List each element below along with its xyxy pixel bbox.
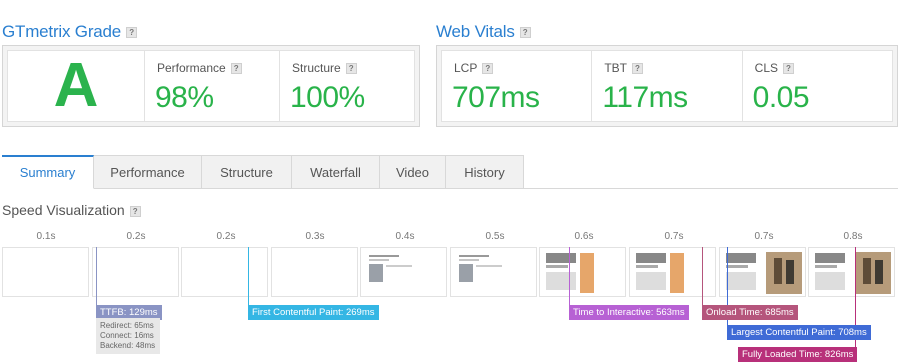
fully-loaded-label: Fully Loaded Time: 826ms bbox=[738, 347, 858, 362]
page-thumbnail bbox=[453, 250, 534, 294]
ttfb-marker-line bbox=[96, 247, 97, 305]
help-icon[interactable]: ? bbox=[345, 63, 357, 75]
help-icon[interactable]: ? bbox=[230, 63, 242, 75]
page-thumbnail bbox=[811, 250, 892, 294]
tab-video[interactable]: Video bbox=[380, 155, 446, 189]
filmstrip-frame[interactable] bbox=[450, 247, 537, 297]
performance-label: Performance? bbox=[157, 61, 242, 75]
tti-marker-line bbox=[569, 247, 570, 305]
filmstrip-frame[interactable] bbox=[271, 247, 358, 297]
fcp-marker-line bbox=[248, 247, 249, 305]
help-icon[interactable]: ? bbox=[126, 27, 138, 39]
tab-history[interactable]: History bbox=[446, 155, 524, 189]
filmstrip-frame[interactable] bbox=[808, 247, 895, 297]
lcp-value: 707ms bbox=[452, 81, 540, 114]
tab-waterfall[interactable]: Waterfall bbox=[292, 155, 380, 189]
speed-visualization-title: Speed Visualization? bbox=[2, 202, 141, 218]
tbt-label: TBT? bbox=[604, 61, 643, 75]
filmstrip-frame[interactable] bbox=[539, 247, 626, 297]
grade-letter: A bbox=[53, 51, 99, 120]
gtmetrix-grade-title-text: GTmetrix Grade bbox=[2, 22, 122, 41]
help-icon[interactable]: ? bbox=[519, 27, 531, 39]
ttfb-backend: Backend: 48ms bbox=[100, 341, 156, 350]
time-tick: 0.5s bbox=[485, 231, 505, 242]
time-tick: 0.2s bbox=[126, 231, 146, 242]
time-tick: 0.8s bbox=[843, 231, 863, 242]
gtmetrix-grade-title: GTmetrix Grade? bbox=[2, 22, 138, 42]
gtmetrix-grade-card: A Performance? 98% Structure? 100% bbox=[2, 45, 420, 127]
time-tick: 0.7s bbox=[664, 231, 684, 242]
filmstrip-frame[interactable] bbox=[181, 247, 268, 297]
lcp-label: LCP? bbox=[454, 61, 494, 75]
tti-label: Time to Interactive: 563ms bbox=[569, 305, 689, 320]
tbt-value: 117ms bbox=[602, 81, 688, 114]
help-icon[interactable]: ? bbox=[482, 63, 494, 75]
page-thumbnail bbox=[363, 250, 444, 294]
page-thumbnail bbox=[542, 250, 623, 294]
tbt-cell: TBT? 117ms bbox=[591, 51, 741, 121]
lcp-cell: LCP? 707ms bbox=[442, 51, 591, 121]
structure-label: Structure? bbox=[292, 61, 357, 75]
performance-value: 98% bbox=[155, 81, 214, 114]
time-tick: 0.2s bbox=[216, 231, 236, 242]
time-tick: 0.7s bbox=[754, 231, 774, 242]
time-tick: 0.4s bbox=[395, 231, 415, 242]
fcp-label: First Contentful Paint: 269ms bbox=[248, 305, 379, 320]
page-thumbnail bbox=[632, 250, 713, 294]
filmstrip-frame[interactable] bbox=[719, 247, 806, 297]
help-icon[interactable]: ? bbox=[632, 63, 643, 75]
cls-cell: CLS? 0.05 bbox=[741, 51, 892, 121]
tab-summary[interactable]: Summary bbox=[2, 155, 94, 189]
lcp-marker-label: Largest Contentful Paint: 708ms bbox=[727, 325, 871, 340]
time-tick: 0.6s bbox=[574, 231, 594, 242]
onload-marker-line bbox=[702, 247, 703, 305]
ttfb-connect: Connect: 16ms bbox=[100, 331, 154, 340]
web-vitals-card: LCP? 707ms TBT? 117ms CLS? 0.05 bbox=[436, 45, 898, 127]
performance-cell: Performance? 98% bbox=[144, 51, 279, 121]
help-icon[interactable]: ? bbox=[783, 63, 794, 75]
cls-value: 0.05 bbox=[752, 81, 810, 114]
filmstrip-frame[interactable] bbox=[2, 247, 89, 297]
report-tabs: Summary Performance Structure Waterfall … bbox=[2, 155, 898, 189]
tab-performance[interactable]: Performance bbox=[94, 155, 202, 189]
cls-label: CLS? bbox=[755, 61, 794, 75]
structure-cell: Structure? 100% bbox=[279, 51, 414, 121]
time-axis: 0.1s 0.2s 0.2s 0.3s 0.4s 0.5s 0.6s 0.7s … bbox=[0, 231, 902, 243]
ttfb-redirect: Redirect: 65ms bbox=[100, 321, 154, 330]
filmstrip-frame[interactable] bbox=[92, 247, 179, 297]
filmstrip-frame[interactable] bbox=[360, 247, 447, 297]
time-tick: 0.3s bbox=[305, 231, 325, 242]
onload-label: Onload Time: 685ms bbox=[702, 305, 798, 320]
web-vitals-title-text: Web Vitals bbox=[436, 22, 515, 41]
structure-value: 100% bbox=[290, 81, 365, 114]
page-thumbnail bbox=[722, 250, 803, 294]
ttfb-breakdown: Redirect: 65ms Connect: 16ms Backend: 48… bbox=[96, 318, 160, 354]
tab-structure[interactable]: Structure bbox=[202, 155, 292, 189]
grade-cell: A bbox=[8, 51, 144, 121]
web-vitals-title: Web Vitals? bbox=[436, 22, 531, 42]
time-tick: 0.1s bbox=[36, 231, 56, 242]
help-icon[interactable]: ? bbox=[129, 205, 141, 217]
